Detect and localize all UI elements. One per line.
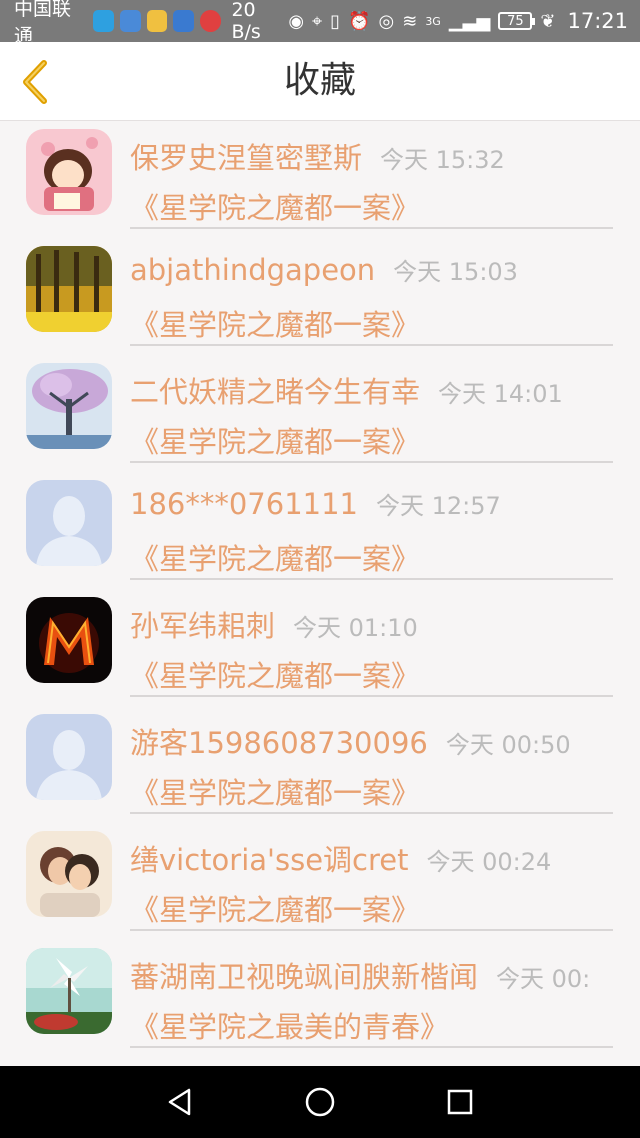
work-title[interactable]: 《星学院之魔都一案》 <box>130 419 420 461</box>
avatar-blossom-tree[interactable] <box>26 363 112 449</box>
alarm-icon: ⏰ <box>348 10 371 32</box>
divider <box>130 578 613 580</box>
work-title[interactable]: 《星学院之魔都一案》 <box>130 887 420 929</box>
user-name: 二代妖精之睹今生有幸 今天 14:01 <box>130 369 563 411</box>
video-app-icon <box>92 10 114 32</box>
work-title[interactable]: 《星学院之魔都一案》 <box>130 302 420 344</box>
clock: 17:21 <box>567 9 628 33</box>
user-name-text: 保罗史涅篁密墅斯 <box>130 141 363 175</box>
circle-home-icon <box>305 1087 335 1117</box>
network-type: 3G <box>425 14 441 28</box>
timestamp: 今天 00:50 <box>445 731 571 759</box>
list-item[interactable]: 保罗史涅篁密墅斯 今天 15:32 《星学院之魔都一案》 <box>0 121 640 238</box>
divider <box>130 344 613 346</box>
timestamp: 今天 15:32 <box>380 146 505 174</box>
signal-icon: ▁▃▅ <box>448 10 491 32</box>
list-item[interactable]: 186***0761111 今天 12:57 《星学院之魔都一案》 <box>0 472 640 589</box>
timestamp: 今天 12:57 <box>376 492 501 520</box>
timestamp: 今天 00:24 <box>426 848 552 876</box>
data-saver-icon: ◉ <box>288 10 305 32</box>
user-name: 缮victoria'sse调cret 今天 00:24 <box>130 837 551 879</box>
navigation-bar <box>0 1066 640 1138</box>
eye-icon: ◎ <box>378 10 395 32</box>
work-title[interactable]: 《星学院之魔都一案》 <box>130 770 420 812</box>
nav-back-button[interactable] <box>150 1072 210 1132</box>
timestamp: 今天 14:01 <box>438 380 563 408</box>
wifi-icon: ≋ <box>402 10 418 32</box>
user-name: 保罗史涅篁密墅斯 今天 15:32 <box>130 135 505 177</box>
user-name-text: 二代妖精之睹今生有幸 <box>130 375 421 409</box>
status-bar: 中国联通 20 B/s ◉ ⌖ ▯ ⏰ ◎ ≋ 3G ▁▃▅ 75 ❦ 17:2… <box>0 0 640 47</box>
user-name: 游客1598608730096 今天 00:50 <box>130 720 571 762</box>
user-name: 孙军纬耜刺 今天 01:10 <box>130 603 418 645</box>
divider <box>130 695 613 697</box>
title-bar: 收藏 <box>0 42 640 121</box>
battery-icon: 75 <box>498 12 536 30</box>
list-item[interactable]: 孙军纬耜刺 今天 01:10 《星学院之魔都一案》 <box>0 589 640 706</box>
work-title[interactable]: 《星学院之最美的青春》 <box>130 1004 449 1046</box>
map-pin-app-icon <box>200 10 222 32</box>
avatar-pinwheel[interactable] <box>26 948 112 1034</box>
location-icon: ⌖ <box>312 10 323 32</box>
back-button[interactable] <box>10 52 60 112</box>
page-title: 收藏 <box>283 60 356 101</box>
list-item[interactable]: 游客1598608730096 今天 00:50 《星学院之魔都一案》 <box>0 706 640 823</box>
browser-app-icon <box>173 10 195 32</box>
avatar-fire-letter-m[interactable] <box>26 597 112 683</box>
battery-level: 75 <box>507 13 524 29</box>
user-name: 186***0761111 今天 12:57 <box>130 486 501 521</box>
user-name: 蕃湖南卫视晚飒间腴新楷闻 今天 00: <box>130 954 590 996</box>
triangle-back-icon <box>168 1088 191 1116</box>
user-name-text: 游客1598608730096 <box>130 726 428 760</box>
work-title[interactable]: 《星学院之魔都一案》 <box>130 536 420 578</box>
nav-home-button[interactable] <box>290 1072 350 1132</box>
avatar-default-user[interactable] <box>26 480 112 566</box>
work-title[interactable]: 《星学院之魔都一案》 <box>130 653 420 695</box>
face-app-icon <box>146 10 168 32</box>
timestamp: 今天 15:03 <box>393 258 518 286</box>
vibrate-icon: ▯ <box>330 10 341 32</box>
divider <box>130 227 613 229</box>
user-name-text: 孙军纬耜刺 <box>130 609 276 643</box>
user-name-text: 蕃湖南卫视晚飒间腴新楷闻 <box>130 960 479 994</box>
avatar-default-user[interactable] <box>26 714 112 800</box>
chevron-left-icon <box>23 60 47 104</box>
list-item[interactable]: abjathindgapeon 今天 15:03 《星学院之魔都一案》 <box>0 238 640 355</box>
divider <box>130 929 613 931</box>
avatar-couple[interactable] <box>26 831 112 917</box>
nav-recents-button[interactable] <box>430 1072 490 1132</box>
user-name-text: 186***0761111 <box>130 487 359 521</box>
network-speed: 20 B/s <box>231 0 261 43</box>
timestamp: 今天 01:10 <box>293 614 418 642</box>
square-recents-icon <box>447 1089 473 1115</box>
wifi-app-icon <box>119 10 141 32</box>
avatar-anime-girl[interactable] <box>26 129 112 215</box>
favorites-list: 保罗史涅篁密墅斯 今天 15:32 《星学院之魔都一案》 abjathindgap… <box>0 121 640 1057</box>
user-name-text: 缮victoria'sse调cret <box>130 843 409 877</box>
carrier-label: 中国联通 <box>14 0 72 47</box>
user-name: abjathindgapeon 今天 15:03 <box>130 252 518 287</box>
list-item[interactable]: 蕃湖南卫视晚飒间腴新楷闻 今天 00: 《星学院之最美的青春》 <box>0 940 640 1057</box>
divider <box>130 812 613 814</box>
work-title[interactable]: 《星学院之魔都一案》 <box>130 185 420 227</box>
list-item[interactable]: 二代妖精之睹今生有幸 今天 14:01 《星学院之魔都一案》 <box>0 355 640 472</box>
list-item[interactable]: 缮victoria'sse调cret 今天 00:24 《星学院之魔都一案》 <box>0 823 640 940</box>
divider <box>130 461 613 463</box>
timestamp: 今天 00: <box>496 965 591 993</box>
leaf-icon: ❦ <box>540 10 556 32</box>
user-name-text: abjathindgapeon <box>130 253 376 287</box>
divider <box>130 1046 613 1048</box>
avatar-autumn-trees[interactable] <box>26 246 112 332</box>
